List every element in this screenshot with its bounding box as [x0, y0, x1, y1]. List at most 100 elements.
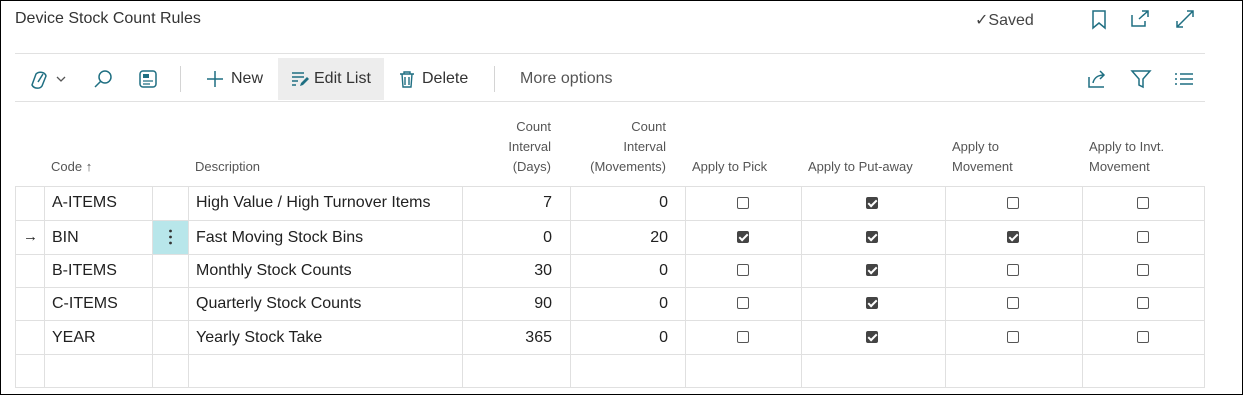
checkbox-apply-movement[interactable]	[1007, 231, 1019, 243]
cell-description[interactable]: Monthly Stock Counts	[196, 261, 352, 281]
cell-code[interactable]: C-ITEMS	[52, 294, 118, 314]
filter-icon	[1130, 70, 1152, 89]
checkbox-apply-putaway[interactable]	[866, 264, 878, 276]
checkbox-apply-movement[interactable]	[1007, 197, 1019, 209]
grid-line	[1204, 186, 1205, 388]
header-line: Apply to	[952, 139, 999, 154]
edit-list-label: Edit List	[314, 70, 371, 87]
share-button[interactable]	[1086, 58, 1108, 100]
header-line: (Movements)	[590, 159, 666, 174]
grid-line	[462, 186, 463, 388]
grid-line	[152, 186, 153, 388]
cell-description[interactable]: High Value / High Turnover Items	[196, 193, 430, 213]
checkbox-apply-pick[interactable]	[737, 197, 749, 209]
checkbox-apply-invt-movement[interactable]	[1137, 297, 1149, 309]
cell-code[interactable]: A-ITEMS	[52, 193, 117, 213]
checkbox-apply-putaway[interactable]	[866, 331, 878, 343]
toolbar-divider	[15, 101, 1205, 102]
checkbox-apply-invt-movement[interactable]	[1137, 231, 1149, 243]
edit-list-button[interactable]: Edit List	[278, 58, 384, 100]
plus-icon	[207, 71, 223, 87]
edit-list-icon	[292, 72, 309, 86]
open-in-new-window-icon[interactable]	[1128, 8, 1150, 30]
checkbox-apply-invt-movement[interactable]	[1137, 197, 1149, 209]
cell-description[interactable]: Yearly Stock Take	[196, 328, 322, 348]
row-actions-menu[interactable]	[153, 221, 188, 254]
header-line: Interval	[623, 139, 666, 154]
column-header-interval-days[interactable]: Count Interval (Days)	[470, 117, 551, 177]
header-line: Apply to Invt.	[1089, 139, 1165, 154]
cell-interval-movements[interactable]: 0	[578, 261, 668, 281]
checkbox-apply-pick[interactable]	[737, 331, 749, 343]
grid-line	[570, 186, 571, 388]
filter-button[interactable]	[1130, 58, 1152, 100]
grid-line	[15, 354, 1205, 355]
grid-line	[188, 186, 189, 388]
column-header-code[interactable]: Code ↑	[51, 157, 92, 177]
more-options-button[interactable]: More options	[520, 58, 613, 100]
checkbox-apply-pick[interactable]	[737, 231, 749, 243]
saved-status: ✓Saved	[975, 10, 1034, 30]
column-header-apply-putaway[interactable]: Apply to Put-away	[808, 157, 913, 177]
header-line: Movement	[952, 159, 1013, 174]
cell-interval-days[interactable]: 0	[470, 228, 552, 248]
checkbox-apply-invt-movement[interactable]	[1137, 264, 1149, 276]
column-header-apply-invt-movement[interactable]: Apply to Invt. Movement	[1089, 137, 1164, 177]
cell-description[interactable]: Quarterly Stock Counts	[196, 294, 361, 314]
header-line: (Days)	[512, 159, 551, 174]
cell-interval-days[interactable]: 7	[470, 193, 552, 213]
share-icon	[1088, 70, 1106, 88]
cell-code[interactable]: YEAR	[52, 328, 96, 348]
list-icon	[1175, 73, 1193, 85]
toolbar-separator	[180, 66, 181, 92]
cell-interval-movements[interactable]: 20	[578, 228, 668, 248]
sort-ascending-icon: ↑	[85, 159, 93, 174]
cell-interval-days[interactable]: 90	[470, 294, 552, 314]
checkbox-apply-movement[interactable]	[1007, 264, 1019, 276]
checkbox-apply-putaway[interactable]	[866, 297, 878, 309]
grid-line	[15, 320, 1205, 321]
cell-code[interactable]: B-ITEMS	[52, 261, 117, 281]
checkbox-apply-movement[interactable]	[1007, 331, 1019, 343]
grid-line	[15, 186, 16, 388]
cell-interval-days[interactable]: 30	[470, 261, 552, 281]
delete-label: Delete	[422, 70, 469, 87]
copilot-icon	[31, 71, 66, 89]
grid-line	[15, 387, 1205, 388]
search-button[interactable]	[92, 58, 114, 100]
header-divider	[15, 53, 1205, 54]
checkbox-apply-putaway[interactable]	[866, 231, 878, 243]
checkbox-apply-putaway[interactable]	[866, 197, 878, 209]
header-line: Movement	[1089, 159, 1150, 174]
saved-label: Saved	[988, 12, 1034, 29]
layout-button[interactable]	[137, 58, 159, 100]
trash-icon	[400, 71, 414, 88]
cell-interval-movements[interactable]: 0	[578, 193, 668, 213]
arrow-right-icon: →	[23, 228, 38, 245]
checkbox-apply-movement[interactable]	[1007, 297, 1019, 309]
header-code-label: Code	[51, 159, 83, 174]
cell-interval-days[interactable]: 365	[470, 328, 552, 348]
grid-line	[15, 287, 1205, 288]
column-header-apply-movement[interactable]: Apply to Movement	[952, 137, 1013, 177]
bookmark-icon[interactable]	[1088, 8, 1110, 30]
cell-code[interactable]: BIN	[52, 228, 79, 248]
column-header-apply-pick[interactable]: Apply to Pick	[692, 157, 767, 177]
cell-description[interactable]: Fast Moving Stock Bins	[196, 228, 363, 248]
grid-line	[1082, 186, 1083, 388]
column-header-description[interactable]: Description	[195, 157, 260, 177]
search-icon	[94, 70, 112, 88]
new-button[interactable]: New	[205, 58, 263, 100]
header-line: Count	[516, 119, 551, 134]
expand-icon[interactable]	[1174, 8, 1196, 30]
checkbox-apply-pick[interactable]	[737, 264, 749, 276]
grid-line	[945, 186, 946, 388]
list-view-button[interactable]	[1174, 58, 1194, 100]
column-header-interval-movements[interactable]: Count Interval (Movements)	[575, 117, 666, 177]
cell-interval-movements[interactable]: 0	[578, 294, 668, 314]
copilot-button[interactable]	[28, 58, 70, 100]
checkbox-apply-invt-movement[interactable]	[1137, 331, 1149, 343]
delete-button[interactable]: Delete	[398, 58, 468, 100]
checkbox-apply-pick[interactable]	[737, 297, 749, 309]
cell-interval-movements[interactable]: 0	[578, 328, 668, 348]
